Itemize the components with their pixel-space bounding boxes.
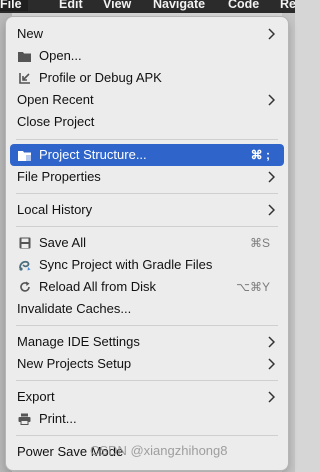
menu-item-label: Invalidate Caches... — [17, 301, 132, 316]
menu-item-label: Save All — [39, 235, 86, 250]
menu-item-local-history[interactable]: Local History — [10, 199, 284, 221]
menubar-view[interactable]: View — [103, 0, 131, 11]
menu-item-open[interactable]: Open... — [10, 45, 284, 67]
shortcut-label: ⌥⌘Y — [236, 280, 270, 294]
gradle-sync-icon — [18, 259, 31, 271]
menu-item-label: Local History — [17, 202, 93, 217]
menu-item-print[interactable]: Print... — [10, 408, 284, 430]
menu-item-close-project[interactable]: Close Project — [10, 111, 284, 133]
menu-item-label: Sync Project with Gradle Files — [39, 257, 213, 272]
menu-item-label: File Properties — [17, 169, 101, 184]
shortcut-label: ⌘S — [249, 236, 270, 250]
chevron-right-icon — [268, 171, 275, 183]
menu-item-export[interactable]: Export — [10, 386, 284, 408]
menu-item-label: Project Structure... — [39, 147, 147, 162]
project-structure-icon — [18, 149, 31, 161]
menu-item-save-all[interactable]: Save All ⌘S — [10, 232, 284, 254]
menu-separator — [16, 226, 278, 227]
menu-item-sync-gradle[interactable]: Sync Project with Gradle Files — [10, 254, 284, 276]
menu-item-label: New — [17, 26, 44, 41]
printer-icon — [18, 413, 31, 425]
menu-item-label: Profile or Debug APK — [39, 70, 162, 85]
menu-item-label: Reload All from Disk — [39, 279, 157, 294]
menu-item-open-recent[interactable]: Open Recent — [10, 89, 284, 111]
menu-item-label: Open Recent — [17, 92, 94, 107]
menubar-edit[interactable]: Edit — [59, 0, 83, 11]
app-menubar: File Edit View Navigate Code Re — [0, 0, 295, 13]
menu-item-project-structure[interactable]: Project Structure... ⌘ ; — [10, 144, 284, 166]
import-arrow-icon — [18, 72, 31, 84]
folder-icon — [18, 50, 31, 62]
menu-item-new-projects-setup[interactable]: New Projects Setup — [10, 353, 284, 375]
menu-item-manage-ide-settings[interactable]: Manage IDE Settings — [10, 331, 284, 353]
menu-item-reload-all[interactable]: Reload All from Disk ⌥⌘Y — [10, 276, 284, 298]
chevron-right-icon — [268, 391, 275, 403]
menu-item-label: Export — [17, 389, 55, 404]
menu-item-label: Manage IDE Settings — [17, 334, 140, 349]
menu-separator — [16, 380, 278, 381]
chevron-right-icon — [268, 28, 275, 40]
menu-item-label: Open... — [39, 48, 82, 63]
menu-item-new[interactable]: New — [10, 23, 284, 45]
save-icon — [18, 237, 31, 249]
chevron-right-icon — [268, 94, 275, 106]
reload-icon — [18, 281, 31, 293]
menu-separator — [16, 193, 278, 194]
menu-separator — [16, 325, 278, 326]
shortcut-label: ⌘ ; — [250, 148, 270, 162]
menu-item-profile-debug-apk[interactable]: Profile or Debug APK — [10, 67, 284, 89]
menubar-code[interactable]: Code — [228, 0, 259, 11]
menu-separator — [16, 139, 278, 140]
menu-item-label: Print... — [39, 411, 77, 426]
menu-item-label: Close Project — [17, 114, 95, 129]
menu-item-invalidate-caches[interactable]: Invalidate Caches... — [10, 298, 284, 320]
chevron-right-icon — [268, 358, 275, 370]
chevron-right-icon — [268, 204, 275, 216]
menu-separator — [16, 435, 278, 436]
watermark-text: CSDN @xiangzhihong8 — [90, 443, 228, 458]
menu-item-label: New Projects Setup — [17, 356, 132, 371]
file-menu-dropdown: New Open... Profile or Debug APK Open Re… — [6, 17, 288, 470]
menubar-navigate[interactable]: Navigate — [153, 0, 205, 11]
menu-item-file-properties[interactable]: File Properties — [10, 166, 284, 188]
chevron-right-icon — [268, 336, 275, 348]
menubar-file[interactable]: File — [0, 0, 28, 11]
menubar-refactor[interactable]: Re — [280, 0, 295, 11]
